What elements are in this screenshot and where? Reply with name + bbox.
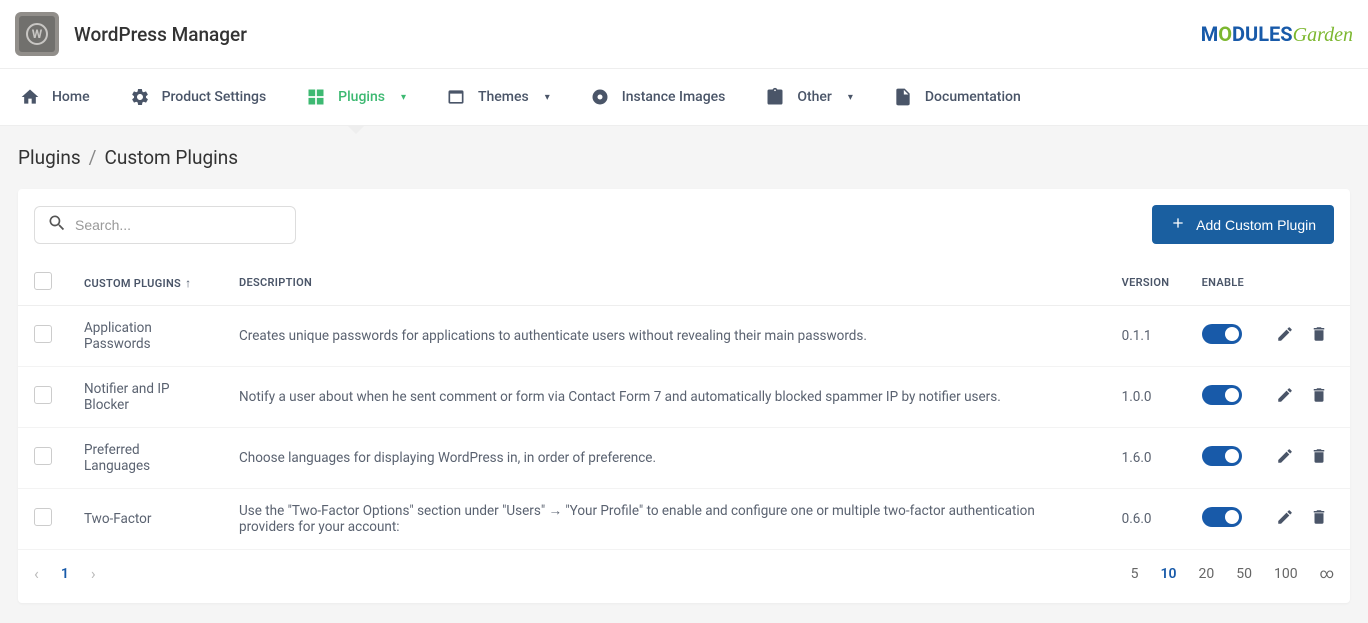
breadcrumb: Plugins / Custom Plugins bbox=[0, 126, 1368, 189]
nav-other[interactable]: Other ▾ bbox=[760, 77, 858, 117]
select-all-checkbox[interactable] bbox=[34, 272, 52, 290]
nav-product-settings-label: Product Settings bbox=[162, 89, 267, 105]
enable-toggle[interactable] bbox=[1202, 507, 1242, 527]
plugin-version: 1.0.0 bbox=[1106, 367, 1186, 428]
brand-logo: MODULESGarden bbox=[1201, 22, 1353, 47]
nav-other-label: Other bbox=[797, 89, 832, 105]
clipboard-icon bbox=[765, 87, 785, 107]
pager: ‹ 1 › bbox=[34, 564, 96, 583]
page-size-option[interactable]: 5 bbox=[1131, 566, 1139, 582]
plus-icon bbox=[1170, 215, 1186, 234]
panel-footer: ‹ 1 › 5 10 20 50 100 ∞ bbox=[18, 550, 1350, 603]
search-input[interactable] bbox=[75, 217, 283, 233]
th-name[interactable]: CUSTOM PLUGINS↑ bbox=[68, 260, 223, 306]
row-checkbox[interactable] bbox=[34, 447, 52, 465]
wordpress-logo-icon: W bbox=[26, 23, 48, 45]
table-row: Preferred Languages Choose languages for… bbox=[18, 428, 1350, 489]
page-size-option[interactable]: 50 bbox=[1236, 566, 1252, 582]
th-enable: ENABLE bbox=[1186, 260, 1260, 306]
chevron-down-icon: ▾ bbox=[401, 92, 406, 103]
nav-home-label: Home bbox=[52, 89, 90, 105]
chevron-down-icon: ▾ bbox=[848, 92, 853, 103]
edit-icon[interactable] bbox=[1276, 508, 1294, 530]
delete-icon[interactable] bbox=[1310, 447, 1328, 469]
nav-themes-label: Themes bbox=[478, 89, 529, 105]
page-size-option[interactable]: ∞ bbox=[1320, 566, 1334, 582]
chevron-down-icon: ▾ bbox=[545, 92, 550, 103]
nav-product-settings[interactable]: Product Settings bbox=[125, 77, 272, 117]
table-row: Notifier and IP Blocker Notify a user ab… bbox=[18, 367, 1350, 428]
table-row: Two-Factor Use the "Two-Factor Options" … bbox=[18, 489, 1350, 550]
enable-toggle[interactable] bbox=[1202, 446, 1242, 466]
top-header: W WordPress Manager MODULESGarden bbox=[0, 0, 1368, 68]
main-panel: Add Custom Plugin CUSTOM PLUGINS↑ DESCRI… bbox=[18, 189, 1350, 603]
nav-themes[interactable]: Themes ▾ bbox=[441, 77, 555, 117]
breadcrumb-root[interactable]: Plugins bbox=[18, 146, 81, 169]
web-icon bbox=[446, 87, 466, 107]
app-icon: W bbox=[15, 12, 59, 56]
next-page-button[interactable]: › bbox=[91, 564, 96, 583]
search-icon bbox=[47, 213, 67, 237]
document-icon bbox=[893, 87, 913, 107]
delete-icon[interactable] bbox=[1310, 386, 1328, 408]
edit-icon[interactable] bbox=[1276, 447, 1294, 469]
plugin-version: 1.6.0 bbox=[1106, 428, 1186, 489]
widgets-icon bbox=[306, 87, 326, 107]
plugins-table: CUSTOM PLUGINS↑ DESCRIPTION VERSION ENAB… bbox=[18, 260, 1350, 550]
plugin-description: Choose languages for displaying WordPres… bbox=[223, 428, 1106, 489]
search-box bbox=[34, 206, 296, 244]
enable-toggle[interactable] bbox=[1202, 324, 1242, 344]
nav-plugins-label: Plugins bbox=[338, 89, 385, 105]
plugin-description: Creates unique passwords for application… bbox=[223, 306, 1106, 367]
plugin-name: Application Passwords bbox=[68, 306, 223, 367]
th-actions bbox=[1260, 260, 1350, 306]
edit-icon[interactable] bbox=[1276, 386, 1294, 408]
nav-instance-images-label: Instance Images bbox=[622, 89, 726, 105]
edit-icon[interactable] bbox=[1276, 325, 1294, 347]
header-left: W WordPress Manager bbox=[15, 12, 247, 56]
add-custom-plugin-button[interactable]: Add Custom Plugin bbox=[1152, 205, 1334, 244]
nav-bar: Home Product Settings Plugins ▾ Themes ▾… bbox=[0, 68, 1368, 126]
plugin-name: Notifier and IP Blocker bbox=[68, 367, 223, 428]
table-row: Application Passwords Creates unique pas… bbox=[18, 306, 1350, 367]
delete-icon[interactable] bbox=[1310, 325, 1328, 347]
breadcrumb-current: Custom Plugins bbox=[105, 146, 239, 169]
plugin-name: Two-Factor bbox=[68, 489, 223, 550]
prev-page-button[interactable]: ‹ bbox=[34, 564, 39, 583]
plugin-name: Preferred Languages bbox=[68, 428, 223, 489]
add-button-label: Add Custom Plugin bbox=[1196, 217, 1316, 233]
page-size-option[interactable]: 100 bbox=[1274, 566, 1298, 582]
row-checkbox[interactable] bbox=[34, 386, 52, 404]
th-description[interactable]: DESCRIPTION bbox=[223, 260, 1106, 306]
enable-toggle[interactable] bbox=[1202, 385, 1242, 405]
page-size-option[interactable]: 10 bbox=[1160, 566, 1176, 582]
row-checkbox[interactable] bbox=[34, 508, 52, 526]
disc-icon bbox=[590, 87, 610, 107]
plugin-version: 0.6.0 bbox=[1106, 489, 1186, 550]
plugin-description: Notify a user about when he sent comment… bbox=[223, 367, 1106, 428]
nav-plugins[interactable]: Plugins ▾ bbox=[301, 77, 411, 117]
plugin-description: Use the "Two-Factor Options" section und… bbox=[223, 489, 1106, 550]
delete-icon[interactable] bbox=[1310, 508, 1328, 530]
page-size-option[interactable]: 20 bbox=[1198, 566, 1214, 582]
plugin-version: 0.1.1 bbox=[1106, 306, 1186, 367]
th-checkbox bbox=[18, 260, 68, 306]
breadcrumb-separator: / bbox=[89, 146, 97, 169]
gear-icon bbox=[130, 87, 150, 107]
app-title: WordPress Manager bbox=[74, 23, 247, 46]
row-checkbox[interactable] bbox=[34, 325, 52, 343]
sort-up-icon: ↑ bbox=[185, 276, 191, 290]
page-number[interactable]: 1 bbox=[61, 566, 69, 582]
home-icon bbox=[20, 87, 40, 107]
th-version[interactable]: VERSION bbox=[1106, 260, 1186, 306]
page-sizes: 5 10 20 50 100 ∞ bbox=[1131, 566, 1334, 582]
nav-home[interactable]: Home bbox=[15, 77, 95, 117]
nav-documentation[interactable]: Documentation bbox=[888, 77, 1026, 117]
nav-instance-images[interactable]: Instance Images bbox=[585, 77, 731, 117]
panel-head: Add Custom Plugin bbox=[18, 189, 1350, 260]
nav-documentation-label: Documentation bbox=[925, 89, 1021, 105]
